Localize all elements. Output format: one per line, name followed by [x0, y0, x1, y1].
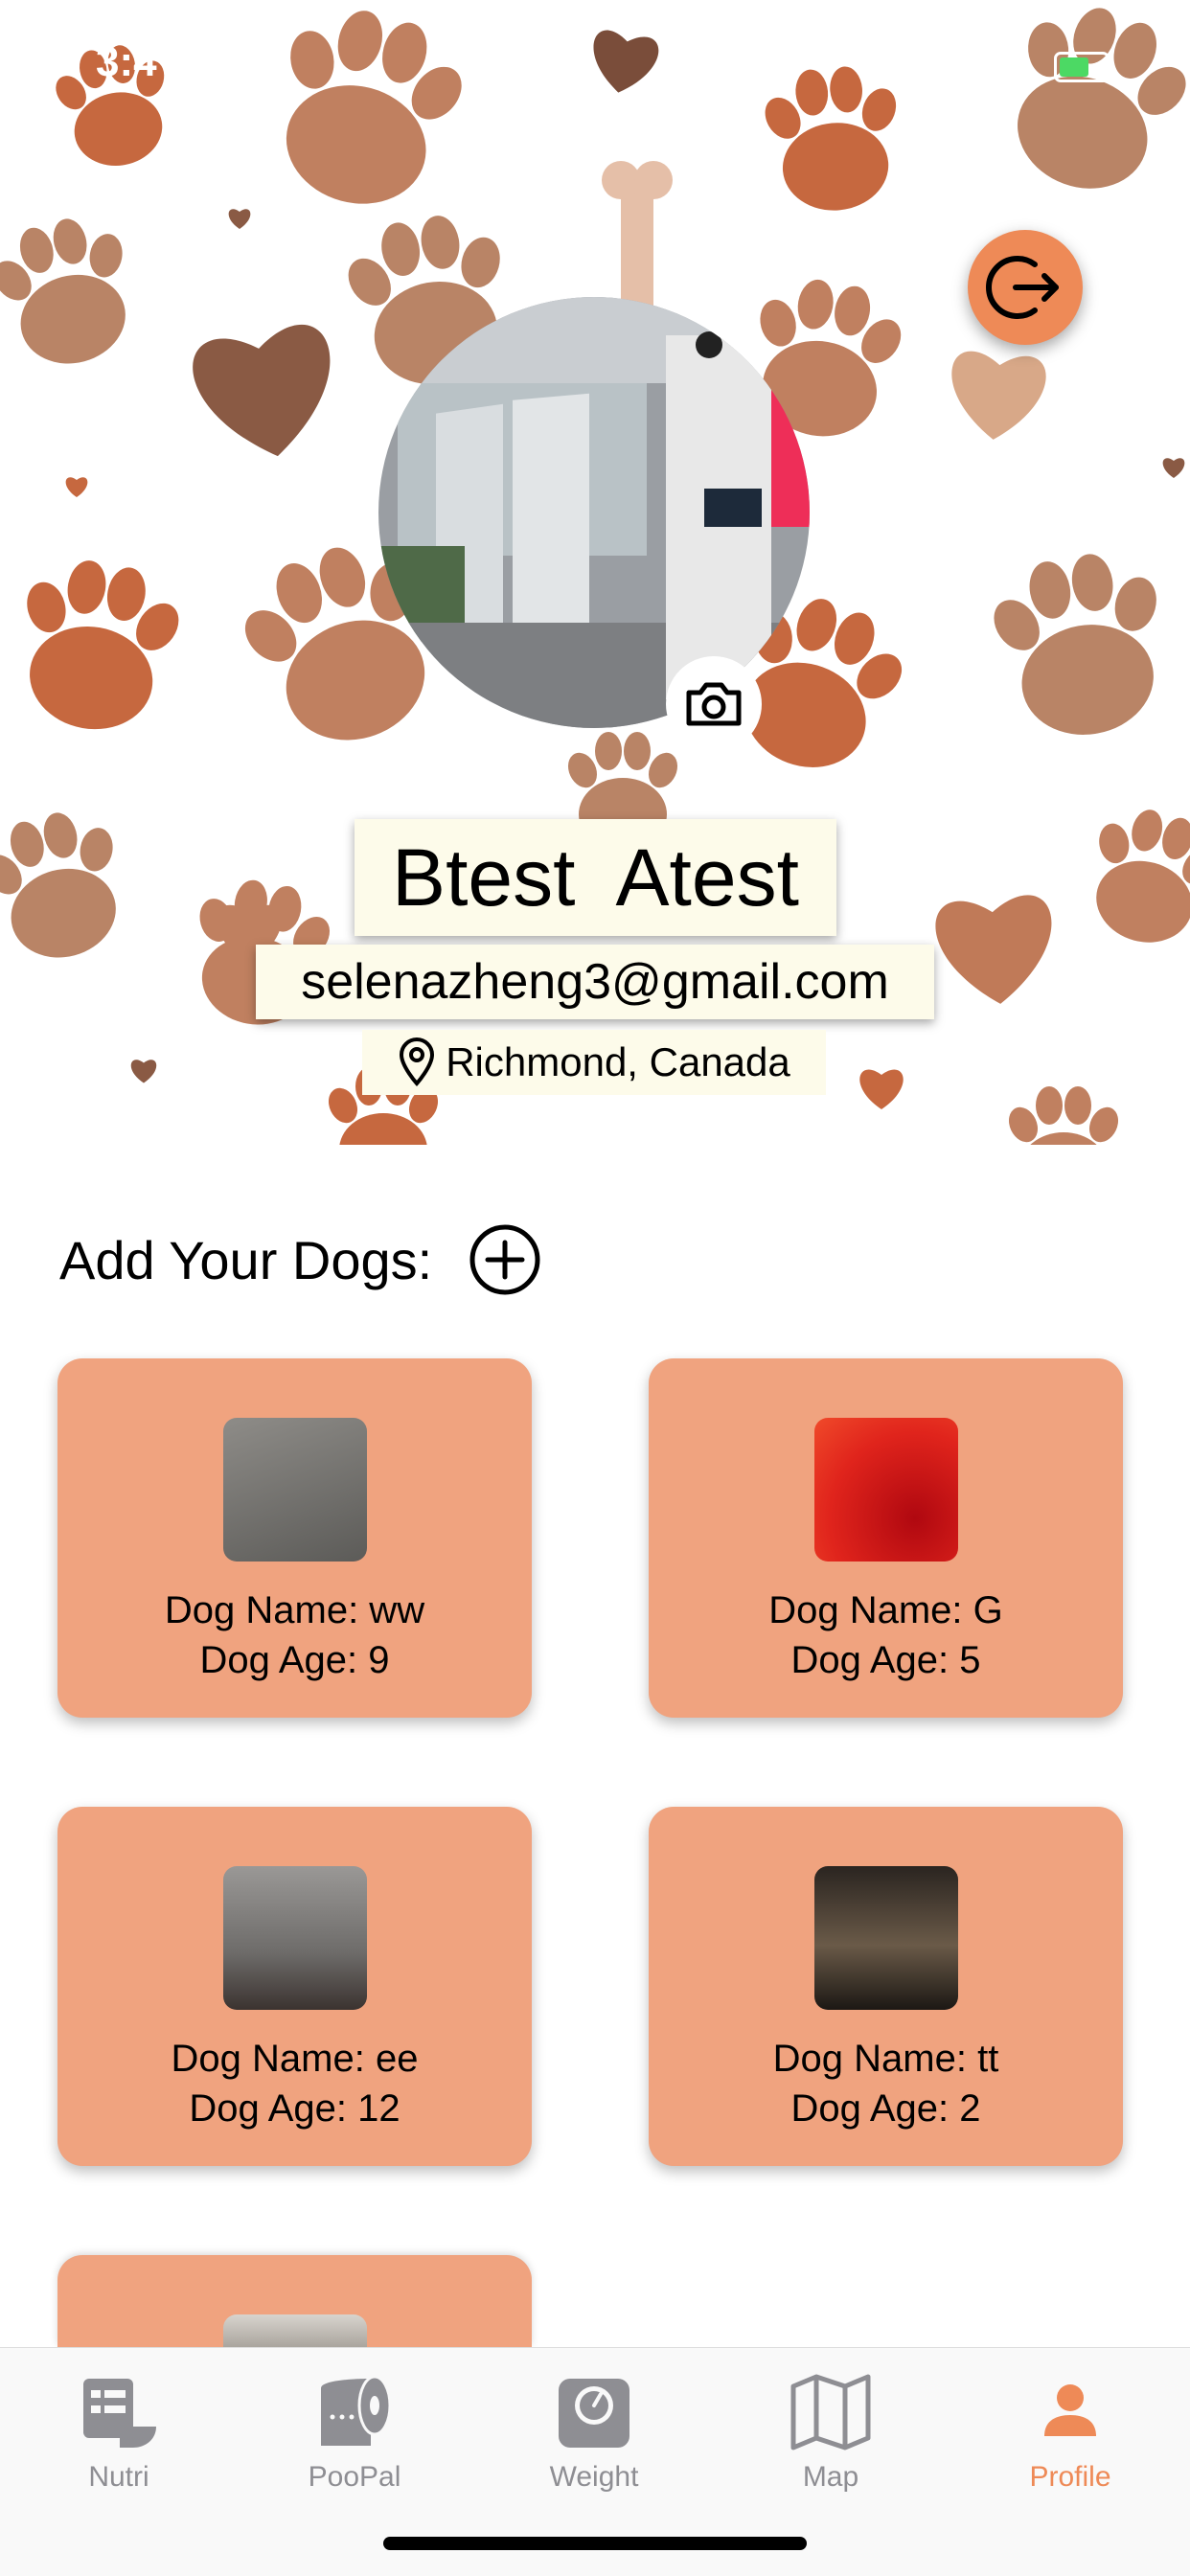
- dog-card[interactable]: Dog Name: ww Dog Age: 9: [57, 1358, 532, 1718]
- change-photo-button[interactable]: [666, 656, 762, 752]
- add-dog-button[interactable]: [469, 1223, 541, 1296]
- profile-email: selenazheng3@gmail.com: [256, 945, 934, 1019]
- tab-label: Profile: [1029, 2461, 1111, 2493]
- dog-photo: [223, 1418, 367, 1562]
- food-list-icon: [83, 2379, 156, 2448]
- dog-name: Dog Name: ww: [164, 1589, 425, 1631]
- profile-location: Richmond, Canada: [362, 1030, 826, 1095]
- add-dogs-label: Add Your Dogs:: [59, 1229, 433, 1290]
- tab-label: Nutri: [88, 2461, 149, 2493]
- dog-name: Dog Name: G: [768, 1589, 1003, 1631]
- dog-card[interactable]: [57, 2255, 532, 2347]
- add-dogs-row: Add Your Dogs:: [59, 1217, 541, 1303]
- dog-card[interactable]: Dog Name: ee Dog Age: 12: [57, 1807, 532, 2166]
- tab-poopal[interactable]: PooPal: [259, 2358, 450, 2511]
- logout-button[interactable]: [968, 230, 1083, 345]
- dog-photo: [223, 1866, 367, 2010]
- status-time: 3:4: [96, 38, 157, 85]
- tab-nutri[interactable]: Nutri: [23, 2358, 215, 2511]
- dog-card[interactable]: Dog Name: G Dog Age: 5: [649, 1358, 1123, 1718]
- dog-photo: [223, 2314, 367, 2347]
- tab-profile[interactable]: Profile: [974, 2358, 1166, 2511]
- profile-avatar[interactable]: [378, 297, 810, 728]
- dog-age: Dog Age: 5: [790, 1639, 981, 1681]
- tab-label: Map: [802, 2461, 859, 2493]
- home-indicator: [383, 2537, 807, 2550]
- tab-label: PooPal: [308, 2461, 401, 2493]
- camera-icon: [686, 682, 742, 726]
- dog-photo: [814, 1866, 958, 2010]
- scale-icon: [559, 2379, 629, 2448]
- tab-label: Weight: [549, 2461, 639, 2493]
- toilet-roll-icon: [321, 2375, 392, 2446]
- dog-age: Dog Age: 12: [189, 2087, 400, 2130]
- tab-map[interactable]: Map: [735, 2358, 927, 2511]
- logout-icon: [986, 256, 1059, 319]
- dog-age: Dog Age: 2: [790, 2087, 981, 2130]
- battery-icon: [1054, 52, 1110, 82]
- dog-age: Dog Age: 9: [199, 1639, 390, 1681]
- dog-name: Dog Name: ee: [171, 2038, 419, 2080]
- map-icon: [790, 2374, 871, 2451]
- profile-name: Btest Atest: [355, 819, 836, 936]
- avatar-photo: [378, 297, 810, 728]
- location-text: Richmond, Canada: [446, 1039, 790, 1084]
- person-icon: [1044, 2384, 1096, 2436]
- location-pin-icon: [400, 1037, 435, 1087]
- tab-weight[interactable]: Weight: [498, 2358, 690, 2511]
- dog-card[interactable]: Dog Name: tt Dog Age: 2: [649, 1807, 1123, 2166]
- profile-header: 3:4 Btest Atest selenazheng3@gmail.com R…: [0, 0, 1190, 1145]
- dog-photo: [814, 1418, 958, 1562]
- dog-name: Dog Name: tt: [772, 2038, 999, 2080]
